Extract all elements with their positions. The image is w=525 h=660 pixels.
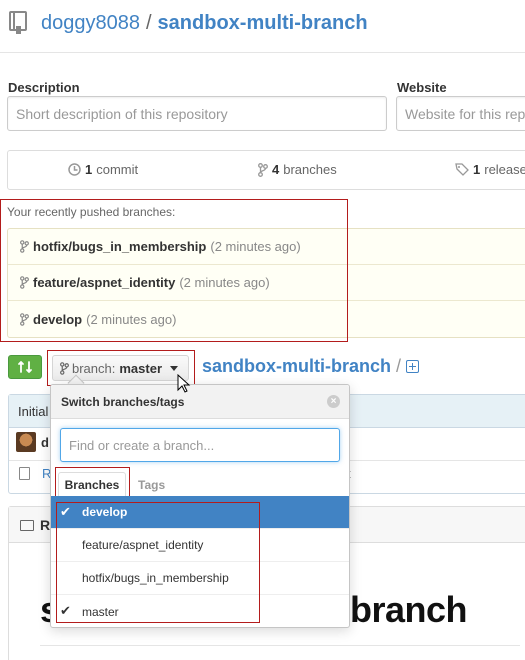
branch-icon [258,162,268,177]
branch-list-highlight [56,502,260,623]
branch-filter-placeholder: Find or create a branch... [69,437,215,453]
recent-branches-highlight [0,199,348,342]
mouse-cursor-icon [177,374,191,393]
repo-icon [9,11,27,34]
tab-tags[interactable]: Tags [138,478,165,492]
compare-icon [18,361,32,373]
description-input[interactable]: Short description of this repository [7,96,387,131]
website-input[interactable]: Website for this rep [396,96,525,131]
branch-filter-input[interactable]: Find or create a branch... [60,428,340,462]
avatar [16,432,36,452]
commit-message[interactable]: Initial [18,404,48,419]
close-icon[interactable]: × [327,395,340,408]
description-label: Description [8,80,80,95]
commits-count: 1 [85,162,93,177]
header-divider [0,52,525,53]
description-placeholder: Short description of this repository [16,105,228,122]
breadcrumb-repo-link[interactable]: sandbox-multi-branch [202,356,391,377]
breadcrumb-separator: / [396,356,402,376]
repo-title: doggy8088 / sandbox-multi-branch [8,10,368,36]
commit-author[interactable]: d [41,435,49,450]
branches-stat[interactable]: 4 branches [258,162,337,177]
website-label: Website [397,80,447,95]
file-icon [19,467,30,480]
releases-count: 1 [473,162,481,177]
repo-name-link[interactable]: sandbox-multi-branch [158,12,368,35]
breadcrumb: sandbox-multi-branch / [202,356,420,377]
compare-button[interactable] [8,355,42,379]
title-separator: / [145,11,152,34]
releases-label: release [484,162,525,177]
commits-stat[interactable]: 1 commit [68,162,138,177]
releases-stat[interactable]: 1 release [455,162,525,177]
owner-link[interactable]: doggy8088 [41,12,140,35]
readme-heading-end: branch [350,589,468,630]
readme-divider [40,645,520,646]
website-placeholder: Website for this rep [405,105,525,122]
history-icon [68,163,81,176]
add-file-icon[interactable] [406,360,420,373]
dropdown-title: Switch branches/tags [61,395,185,409]
tag-icon [455,163,469,176]
book-icon [20,520,34,531]
commits-label: commit [96,162,139,177]
readme-title: R [40,517,51,533]
branches-count: 4 [272,162,280,177]
branches-label: branches [283,162,337,177]
